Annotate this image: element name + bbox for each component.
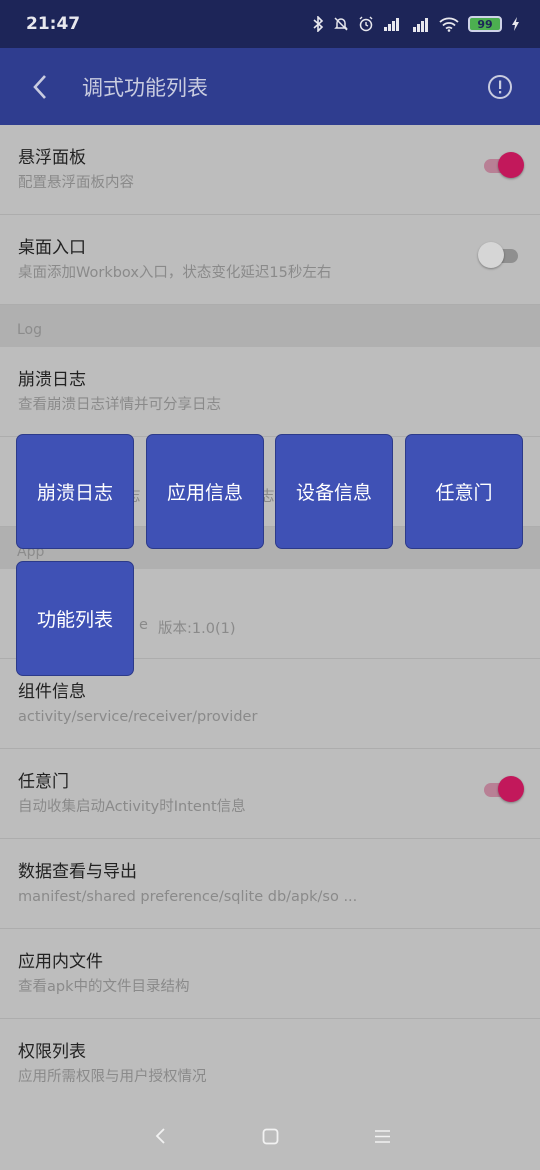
- wifi-icon: [439, 17, 459, 32]
- float-button-feature-list[interactable]: 功能列表: [16, 561, 134, 676]
- float-button-crash-log[interactable]: 崩溃日志: [16, 434, 134, 549]
- section-header-log: Log: [0, 305, 540, 347]
- status-bar: 21:47 99: [0, 0, 540, 48]
- float-button-app-info[interactable]: 应用信息: [146, 434, 264, 549]
- row-title: 组件信息: [18, 682, 86, 702]
- row-title: 悬浮面板: [18, 148, 86, 168]
- row-subtitle: 应用所需权限与用户授权情况: [18, 1069, 207, 1085]
- row-data-export[interactable]: 数据查看与导出 manifest/shared preference/sqlit…: [0, 839, 540, 929]
- row-title: 应用内文件: [18, 952, 103, 972]
- nav-back-button[interactable]: [148, 1124, 172, 1148]
- row-app-files[interactable]: 应用内文件 查看apk中的文件目录结构: [0, 929, 540, 1019]
- row-floating-panel[interactable]: 悬浮面板 配置悬浮面板内容: [0, 125, 540, 215]
- battery-indicator: 99: [468, 16, 502, 32]
- app-version-text: 版本:1.0(1): [158, 621, 236, 637]
- row-permissions[interactable]: 权限列表 应用所需权限与用户授权情况: [0, 1019, 540, 1109]
- row-title: 权限列表: [18, 1042, 86, 1062]
- row-subtitle: activity/service/receiver/provider: [18, 709, 258, 725]
- status-icons: 99: [312, 16, 520, 32]
- row-subtitle: 查看崩溃日志详情并可分享日志: [18, 397, 221, 413]
- row-desktop-entry[interactable]: 桌面入口 桌面添加Workbox入口，状态变化延迟15秒左右: [0, 215, 540, 305]
- row-subtitle: 配置悬浮面板内容: [18, 175, 134, 191]
- system-nav-bar: [0, 1100, 540, 1170]
- row-title: 桌面入口: [18, 238, 86, 258]
- nav-home-icon: [262, 1128, 278, 1144]
- status-time: 21:47: [26, 14, 81, 34]
- row-crash-log[interactable]: 崩溃日志 查看崩溃日志详情并可分享日志: [0, 347, 540, 437]
- nav-back-icon: [155, 1128, 165, 1144]
- row-subtitle: 桌面添加Workbox入口，状态变化延迟15秒左右: [18, 265, 332, 281]
- row-fragment-text: e: [139, 617, 148, 633]
- row-title: 数据查看与导出: [18, 862, 137, 882]
- floating-panel-toggle[interactable]: [484, 152, 524, 178]
- mute-bell-icon: [334, 17, 348, 31]
- row-title: 任意门: [18, 772, 69, 792]
- row-subtitle: manifest/shared preference/sqlite db/apk…: [18, 889, 358, 905]
- nav-menu-button[interactable]: [370, 1124, 394, 1148]
- info-button[interactable]: [460, 48, 540, 125]
- back-button[interactable]: [0, 48, 80, 125]
- page-title: 调式功能列表: [82, 75, 208, 100]
- nav-menu-icon: [374, 1129, 390, 1143]
- desktop-entry-toggle[interactable]: [478, 242, 518, 268]
- back-arrow-icon: [33, 74, 46, 99]
- charging-icon: [512, 17, 519, 31]
- app-bar: 调式功能列表: [0, 48, 540, 125]
- row-subtitle: 自动收集启动Activity时Intent信息: [18, 799, 246, 815]
- alarm-icon: [359, 16, 373, 32]
- info-icon: [488, 74, 512, 99]
- float-button-device-info[interactable]: 设备信息: [275, 434, 393, 549]
- row-any-door[interactable]: 任意门 自动收集启动Activity时Intent信息: [0, 749, 540, 839]
- hd-signal-icon: [413, 18, 428, 32]
- nav-home-button[interactable]: [258, 1124, 282, 1148]
- row-title: 崩溃日志: [18, 370, 86, 390]
- bluetooth-icon: [313, 16, 324, 32]
- any-door-toggle[interactable]: [484, 776, 524, 802]
- row-subtitle: 查看apk中的文件目录结构: [18, 979, 190, 995]
- float-button-any-door[interactable]: 任意门: [405, 434, 523, 549]
- signal-icon: [384, 18, 399, 31]
